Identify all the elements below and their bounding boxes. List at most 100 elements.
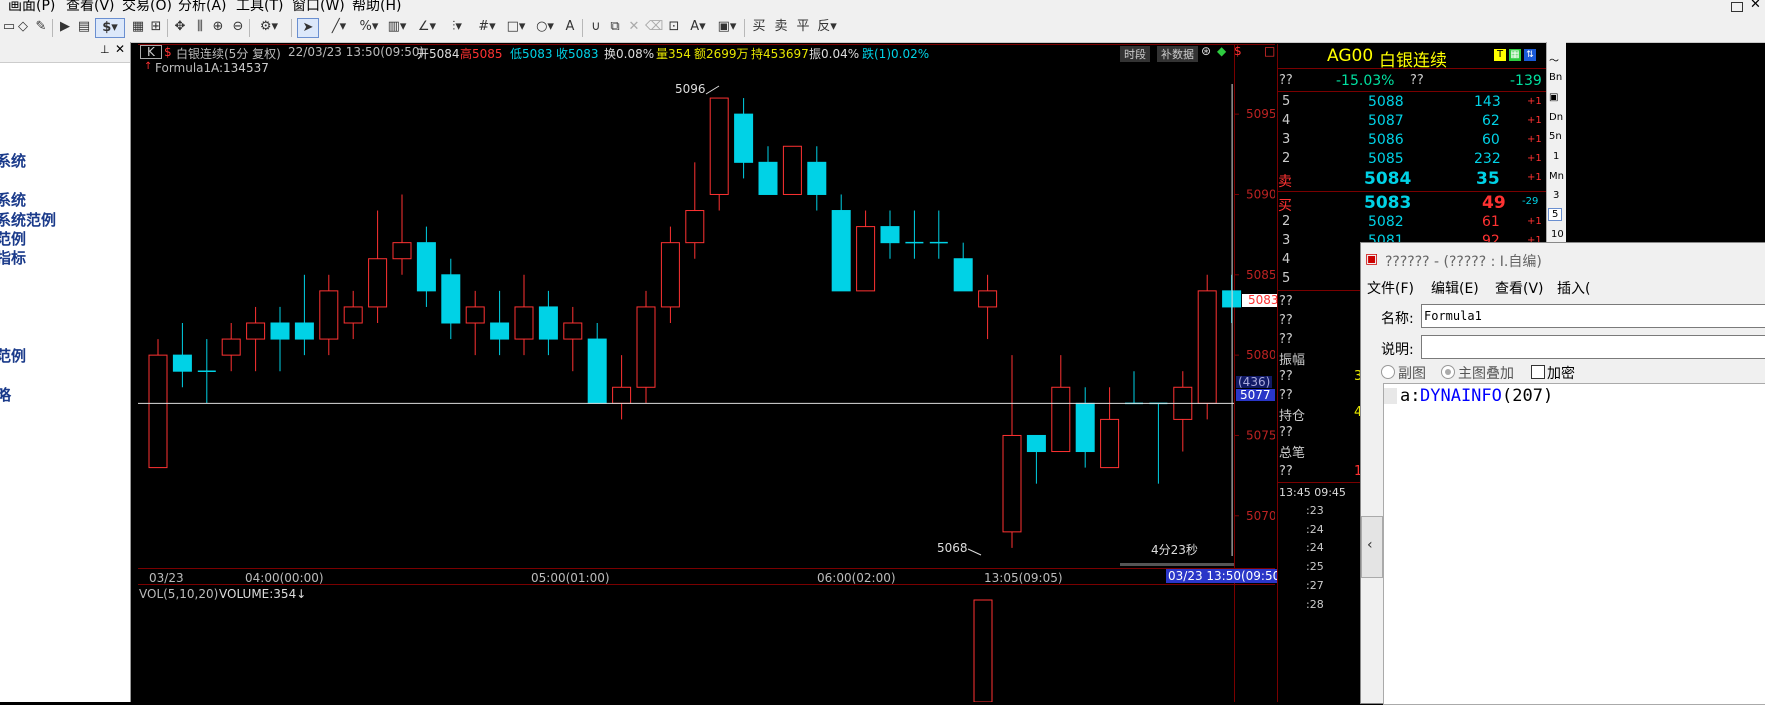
diamond-icon[interactable]: ◇ [14,18,32,36]
stat-label: ?? [1279,369,1293,384]
close-x-icon[interactable]: ✕ [625,18,643,36]
rect-tool-icon[interactable]: □▾ [503,18,529,36]
menu-item-help[interactable]: 帮助(H) [352,0,401,14]
percent-tool-icon[interactable]: %▾ [356,18,382,36]
play-icon[interactable]: ▶ [56,18,74,36]
desc-field[interactable] [1421,335,1765,359]
dollar-dropdown[interactable]: $▾ [95,18,125,38]
left-item[interactable]: 范例 [0,228,26,249]
ask-level: 3 [1282,132,1291,147]
pen-tool-icon[interactable]: ∠▾ [414,18,440,36]
editor-menu-file[interactable]: 文件(F) [1367,278,1414,298]
candle-body [636,306,656,388]
grid-icon[interactable]: ▦ [129,18,147,36]
period-button[interactable]: Dn [1549,112,1563,123]
line-tool-icon[interactable]: ╱▾ [326,18,352,36]
period-button[interactable]: 3 [1553,190,1559,201]
t-icon[interactable]: T [1494,49,1506,61]
move-icon[interactable]: ✥ [171,18,189,36]
k-label[interactable]: K [140,45,162,59]
copy-icon[interactable]: ⧉ [606,18,624,36]
hash-tool-icon[interactable]: #▾ [474,18,500,36]
left-item[interactable]: 指标 [0,247,26,268]
level-tool-icon[interactable]: ⫶▾ [444,18,470,36]
candle-body [246,322,266,340]
menu-item-analysis[interactable]: 分析(A) [178,0,227,14]
radio-main[interactable] [1441,365,1455,379]
supplement-data-button[interactable]: 补数据 [1157,46,1198,62]
menu-item-trade[interactable]: 交易(O) [122,0,172,14]
period-button[interactable]: 时段 [1120,46,1150,62]
period-button[interactable]: Mn [1549,171,1564,182]
sell-icon[interactable]: 卖 [772,18,790,36]
restore-icon[interactable] [1731,2,1743,12]
pointer-icon[interactable]: ➤ [297,18,319,38]
kline-chart[interactable]: 5070 5075 5080 5085 5090 5095 K $ 白银连续(5分 复权)… [138,44,1287,702]
updown-icon[interactable]: ⇅ [1524,49,1536,61]
period-button[interactable]: 5n [1549,131,1562,142]
panel-close-icon[interactable]: ✕ [115,42,125,56]
maximize-icon[interactable]: □ [1264,44,1275,58]
text-tool-icon[interactable]: A [561,18,579,36]
flat-icon[interactable]: 平 [794,18,812,36]
name-field[interactable]: Formula1 [1421,304,1765,328]
magnet-icon[interactable]: ∪ [587,18,605,36]
left-item[interactable]: 系统 [0,189,26,210]
candle-body [538,306,558,340]
open-value: 开5084 [417,47,460,61]
encrypt-checkbox[interactable] [1531,365,1545,379]
period-button-active[interactable]: 5 [1548,208,1563,221]
zoom-out-icon[interactable]: ⊖ [229,18,247,36]
bars-tool-icon[interactable]: ▥▾ [384,18,410,36]
encrypt-label: 加密 [1547,366,1575,382]
code-editor[interactable]: a: DYNAINFO (207) [1383,383,1765,705]
bid-volume: 61 [1482,214,1500,230]
zoom-in-icon[interactable]: ⊕ [209,18,227,36]
radio-sub[interactable] [1381,365,1395,379]
chart-canvas[interactable]: 5070 5075 5080 5085 5090 5095 [138,44,1275,702]
left-item[interactable]: 系统 [0,150,26,171]
green-diamond-icon[interactable]: ◆ [1217,44,1226,58]
stat-label: ?? [1279,388,1293,403]
period-button[interactable]: 1 [1553,151,1559,162]
document-icon[interactable]: ▤ [75,18,93,36]
trash-icon[interactable]: ⌫ [645,18,663,36]
menu-item-window[interactable]: 窗口(W) [292,0,345,14]
amplitude-value: 振0.04% [809,47,860,61]
chart-line-icon[interactable]: 〜 [1549,52,1559,67]
period-button[interactable]: Bn [1549,72,1562,83]
quote-change: -139 [1510,73,1542,89]
left-item[interactable]: 略 [0,384,11,405]
clock-icon[interactable]: ⊛ [1201,44,1211,58]
menu-item-view[interactable]: 查看(V) [66,0,115,14]
split-icon[interactable]: ⫼ [191,18,209,36]
collapse-handle[interactable]: ‹ [1361,516,1383,578]
menu-item-tools[interactable]: 工具(T) [236,0,283,14]
lock-icon[interactable]: ⊡ [665,18,683,36]
close-icon[interactable]: ✕ [1750,0,1761,12]
period-button[interactable]: 10 [1551,229,1564,240]
formula-icon[interactable]: ⊞ [147,18,165,36]
bid-level: 买 [1278,198,1292,214]
pin-icon[interactable]: ⊥ [100,43,110,56]
grid-small-icon[interactable]: ▦ [1509,49,1521,61]
ask-change: +1 [1527,134,1542,145]
buy-icon[interactable]: 买 [750,18,768,36]
left-item[interactable]: 范例 [0,345,26,366]
calendar-icon[interactable]: ▣ [1549,92,1558,103]
edit-icon[interactable]: ✎ [32,18,50,36]
save-tool-icon[interactable]: ▣▾ [714,18,740,36]
ellipse-tool-icon[interactable]: ○▾ [532,18,558,36]
settings-icon[interactable]: ⚙▾ [256,18,282,36]
reverse-icon[interactable]: 反▾ [814,18,840,36]
left-panel-titlebar: ⊥ ✕ [0,42,130,63]
candle-body [465,306,485,324]
dollar-red-icon[interactable]: $ [1234,44,1242,58]
color-tool-icon[interactable]: A▾ [685,18,711,36]
editor-menu-edit[interactable]: 编辑(E) [1431,278,1479,298]
menu-item-screen[interactable]: 画面(P) [8,0,55,14]
high-pointer [705,85,720,95]
editor-menu-insert[interactable]: 插入( [1557,278,1590,298]
editor-menu-view[interactable]: 查看(V) [1495,278,1544,298]
left-item[interactable]: 系统范例 [0,209,56,230]
